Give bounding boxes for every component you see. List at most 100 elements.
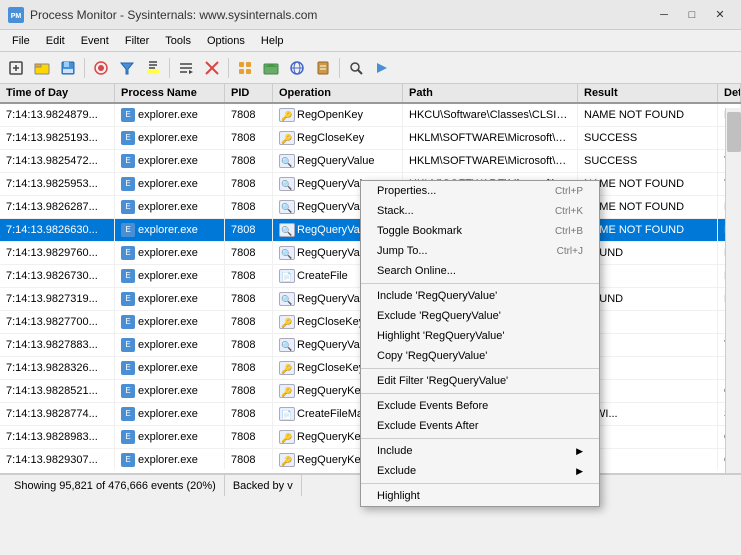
menu-options[interactable]: Options xyxy=(199,33,253,49)
op-icon: 📄 xyxy=(279,269,295,283)
cell-time: 7:14:13.9826630... xyxy=(0,219,115,241)
cell-op: 🔑RegOpenKey xyxy=(273,104,403,126)
cell-proc: Eexplorer.exe xyxy=(115,380,225,402)
scroll-thumb[interactable] xyxy=(727,112,741,152)
toolbar-autoscroll[interactable] xyxy=(174,56,198,80)
cell-proc: Eexplorer.exe xyxy=(115,288,225,310)
context-menu-item[interactable]: Stack...Ctrl+K xyxy=(361,201,599,221)
ctx-item-label: Exclude xyxy=(377,465,416,477)
cell-proc: Eexplorer.exe xyxy=(115,127,225,149)
cell-result: NAME NOT FOUND xyxy=(578,104,718,126)
col-header-time[interactable]: Time of Day xyxy=(0,84,115,102)
menu-file[interactable]: File xyxy=(4,33,38,49)
context-menu-item[interactable]: Highlight 'RegQueryValue' xyxy=(361,326,599,346)
cell-time: 7:14:13.9827319... xyxy=(0,288,115,310)
toolbar-capture[interactable] xyxy=(89,56,113,80)
context-menu-item[interactable]: Jump To... Ctrl+J xyxy=(361,241,599,261)
cell-proc: Eexplorer.exe xyxy=(115,104,225,126)
toolbar-save[interactable] xyxy=(56,56,80,80)
cell-time: 7:14:13.9829760... xyxy=(0,242,115,264)
cell-proc: Eexplorer.exe xyxy=(115,426,225,448)
ctx-item-label: Highlight 'RegQueryValue' xyxy=(377,330,505,342)
toolbar-highlight[interactable] xyxy=(141,56,165,80)
col-header-operation[interactable]: Operation xyxy=(273,84,403,102)
cell-proc: Eexplorer.exe xyxy=(115,265,225,287)
toolbar-proc[interactable] xyxy=(311,56,335,80)
toolbar-find[interactable] xyxy=(344,56,368,80)
cell-path: HKLM\SOFTWARE\Microsoft\PolicyM... xyxy=(403,127,578,149)
table-row[interactable]: 7:14:13.9825472... Eexplorer.exe 7808 🔍R… xyxy=(0,150,741,173)
context-menu-item[interactable]: Exclude xyxy=(361,461,599,481)
vertical-scrollbar[interactable] xyxy=(725,108,741,473)
close-button[interactable]: ✕ xyxy=(707,5,733,25)
ctx-item-shortcut: Ctrl+J xyxy=(557,246,583,257)
op-icon: 🔍 xyxy=(279,246,295,260)
title-bar: PM Process Monitor - Sysinternals: www.s… xyxy=(0,0,741,30)
cell-proc: Eexplorer.exe xyxy=(115,334,225,356)
op-icon: 🔍 xyxy=(279,200,295,214)
cell-pid: 7808 xyxy=(225,219,273,241)
ctx-item-shortcut: Ctrl+B xyxy=(555,226,583,237)
op-icon: 🔍 xyxy=(279,177,295,191)
cell-path: HKLM\SOFTWARE\Microsoft\PolicyM... xyxy=(403,150,578,172)
toolbar-reg[interactable] xyxy=(233,56,257,80)
cell-path: HKCU\Software\Classes\CLSID\{0002... xyxy=(403,104,578,126)
cell-pid: 7808 xyxy=(225,127,273,149)
cell-time: 7:14:13.9827883... xyxy=(0,334,115,356)
toolbar-filter[interactable] xyxy=(115,56,139,80)
menu-help[interactable]: Help xyxy=(253,33,292,49)
ctx-item-label: Exclude Events Before xyxy=(377,400,488,412)
context-menu-item[interactable]: Edit Filter 'RegQueryValue' xyxy=(361,371,599,391)
menu-filter[interactable]: Filter xyxy=(117,33,157,49)
cell-pid: 7808 xyxy=(225,288,273,310)
window-controls[interactable]: ─ □ ✕ xyxy=(651,5,733,25)
toolbar-open[interactable] xyxy=(30,56,54,80)
toolbar-jump[interactable] xyxy=(370,56,394,80)
menu-event[interactable]: Event xyxy=(73,33,117,49)
context-menu-item[interactable]: Search Online... xyxy=(361,261,599,281)
op-icon: 📄 xyxy=(279,407,295,421)
menu-edit[interactable]: Edit xyxy=(38,33,73,49)
toolbar-clear[interactable] xyxy=(200,56,224,80)
minimize-button[interactable]: ─ xyxy=(651,5,677,25)
context-menu-item[interactable]: Include 'RegQueryValue' xyxy=(361,286,599,306)
cell-time: 7:14:13.9827700... xyxy=(0,311,115,333)
context-menu-item[interactable]: Include xyxy=(361,441,599,461)
context-menu-item[interactable]: Exclude Events After xyxy=(361,416,599,436)
toolbar-new[interactable] xyxy=(4,56,28,80)
maximize-button[interactable]: □ xyxy=(679,5,705,25)
ctx-item-label: Jump To... xyxy=(377,245,428,257)
cell-pid: 7808 xyxy=(225,426,273,448)
context-menu-item[interactable]: Highlight xyxy=(361,486,599,506)
col-header-process[interactable]: Process Name xyxy=(115,84,225,102)
cell-op: 🔍RegQueryValue xyxy=(273,150,403,172)
cell-pid: 7808 xyxy=(225,449,273,469)
context-menu-item[interactable]: Copy 'RegQueryValue' xyxy=(361,346,599,366)
context-menu-item[interactable]: Properties...Ctrl+P xyxy=(361,181,599,201)
cell-proc: Eexplorer.exe xyxy=(115,219,225,241)
toolbar-sep-1 xyxy=(84,58,85,78)
col-header-pid[interactable]: PID xyxy=(225,84,273,102)
table-row[interactable]: 7:14:13.9825193... Eexplorer.exe 7808 🔑R… xyxy=(0,127,741,150)
col-header-detail[interactable]: Detail xyxy=(718,84,741,102)
toolbar-net[interactable] xyxy=(285,56,309,80)
toolbar-fs[interactable] xyxy=(259,56,283,80)
col-header-result[interactable]: Result xyxy=(578,84,718,102)
context-menu-separator xyxy=(361,393,599,394)
menu-tools[interactable]: Tools xyxy=(157,33,199,49)
cell-pid: 7808 xyxy=(225,380,273,402)
context-menu-item[interactable]: Exclude Events Before xyxy=(361,396,599,416)
context-menu-item[interactable]: Toggle Bookmark Ctrl+B xyxy=(361,221,599,241)
cell-proc: Eexplorer.exe xyxy=(115,449,225,469)
ctx-item-label: Toggle Bookmark xyxy=(377,225,462,237)
cell-pid: 7808 xyxy=(225,104,273,126)
context-menu-item[interactable]: Exclude 'RegQueryValue' xyxy=(361,306,599,326)
col-header-path[interactable]: Path xyxy=(403,84,578,102)
table-row[interactable]: 7:14:13.9824879... Eexplorer.exe 7808 🔑R… xyxy=(0,104,741,127)
op-icon: 🔑 xyxy=(279,453,295,467)
cell-time: 7:14:13.9824879... xyxy=(0,104,115,126)
ctx-item-shortcut: Ctrl+P xyxy=(555,186,583,197)
ctx-item-label: Stack... xyxy=(377,205,414,217)
context-menu-separator xyxy=(361,283,599,284)
cell-pid: 7808 xyxy=(225,357,273,379)
